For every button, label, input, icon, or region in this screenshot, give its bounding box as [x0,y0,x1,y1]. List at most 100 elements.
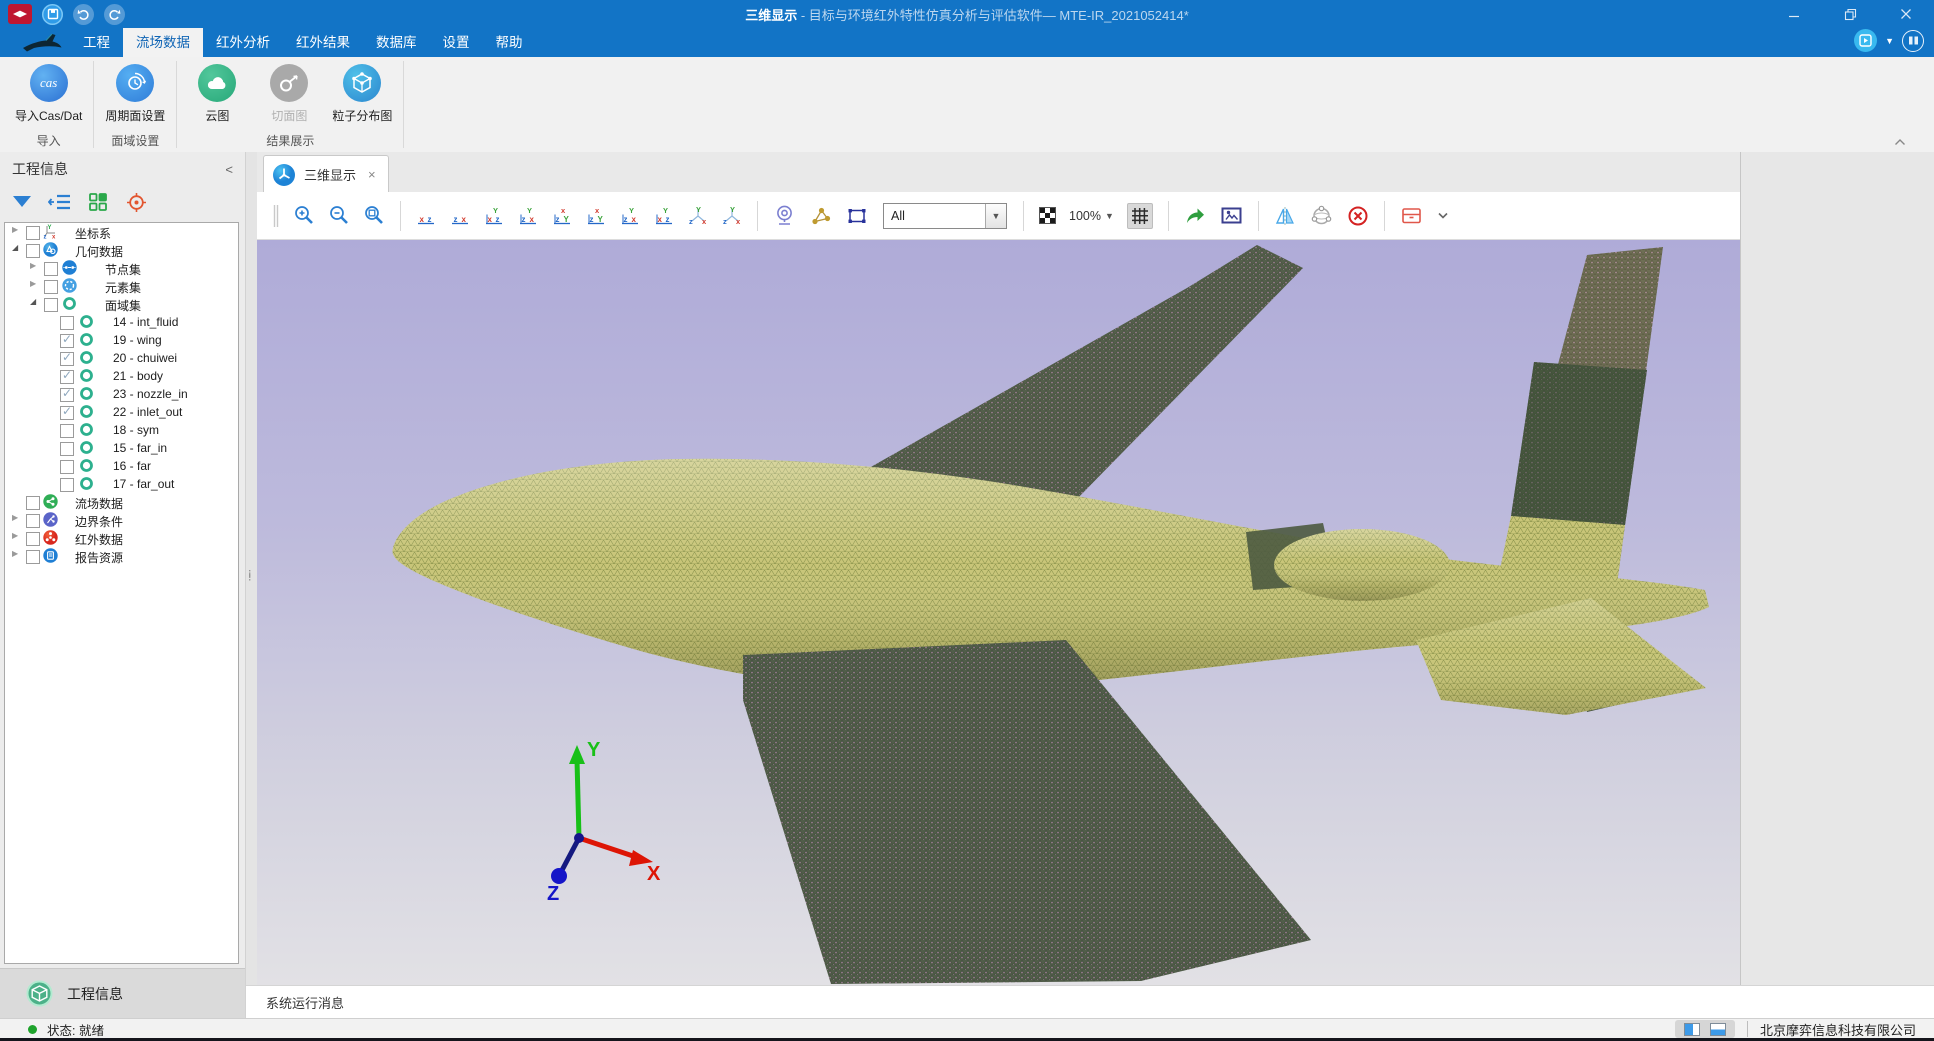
view-bottom-icon[interactable]: x z Y [586,206,606,226]
outline-list-icon[interactable] [48,190,72,214]
expander-collapsed-icon[interactable]: ▶ [12,549,18,558]
cancel-icon[interactable] [1347,205,1369,227]
combobox-arrow-icon[interactable]: ▼ [985,204,1006,228]
tab-3d-view[interactable]: 三维显示 × [263,155,389,193]
view-top-icon[interactable]: x z Y [552,206,572,226]
tree-item-22-inlet_out[interactable]: ✓22 - inlet_out [5,403,238,421]
tree-checkbox[interactable] [26,514,40,528]
tree-checkbox[interactable] [26,244,40,258]
zoom-out-icon[interactable] [329,205,350,226]
tree-checkbox[interactable] [60,316,74,330]
menu-item-2[interactable]: 流场数据 [123,28,203,57]
panel-collapse-icon[interactable]: < [225,162,233,177]
tree-checkbox[interactable] [60,478,74,492]
locate-target-icon[interactable] [124,190,148,214]
view-left-icon[interactable]: Y x z [484,206,504,226]
view-rot-1-icon[interactable]: Y z x [620,206,640,226]
expander-collapsed-icon[interactable]: ▶ [12,531,18,540]
view-iso-1-icon[interactable]: Y z x [688,206,708,226]
tree-item--[interactable]: ◢几何数据 [5,241,238,259]
tree-item-17-far_out[interactable]: 17 - far_out [5,475,238,493]
tree-item-20-chuiwei[interactable]: ✓20 - chuiwei [5,349,238,367]
select-rect-icon[interactable] [846,205,868,227]
package-icon[interactable] [1400,205,1423,226]
zoom-fit-icon[interactable] [364,205,385,226]
tree-item-19-wing[interactable]: ✓19 - wing [5,331,238,349]
tree-item-18-sym[interactable]: 18 - sym [5,421,238,439]
tree-checkbox[interactable]: ✓ [60,370,74,384]
maximize-button[interactable] [1822,0,1878,28]
tree-item--[interactable]: ▶边界条件 [5,511,238,529]
view-rot-2-icon[interactable]: Y x z [654,206,674,226]
media-panel-icon[interactable] [1854,29,1877,52]
expander-expanded-icon[interactable]: ◢ [30,297,36,306]
menu-item-5[interactable]: 数据库 [363,28,430,57]
tree-checkbox[interactable] [26,496,40,510]
ribbon-collapse-icon[interactable] [1894,138,1906,146]
zoom-in-icon[interactable] [294,205,315,226]
grid-squares-icon[interactable] [86,190,110,214]
menu-item-4[interactable]: 红外结果 [283,28,363,57]
tree-item--[interactable]: ▶红外数据 [5,529,238,547]
expander-collapsed-icon[interactable]: ▶ [12,225,18,234]
tree-checkbox[interactable] [26,532,40,546]
splitter-handle[interactable]: ⁝⁝ [248,572,250,580]
ribbon-button-period[interactable]: 周期面设置 [100,62,170,124]
menu-item-6[interactable]: 设置 [430,28,483,57]
dropdown-caret-icon[interactable]: ▼ [1885,36,1894,46]
3d-viewport[interactable]: Y X Z [257,240,1740,985]
tab-close-icon[interactable]: × [368,167,376,182]
tree-item--[interactable]: ▶Yzx坐标系 [5,223,238,241]
tree-checkbox[interactable]: ✓ [60,334,74,348]
redo-button[interactable] [104,4,125,25]
tree-item--[interactable]: ▶节点集 [5,259,238,277]
view-front-icon[interactable]: x z [416,206,436,226]
tree-item-23-nozzle_in[interactable]: ✓23 - nozzle_in [5,385,238,403]
close-button[interactable] [1878,0,1934,28]
expander-expanded-icon[interactable]: ◢ [12,243,18,252]
ribbon-button-cas[interactable]: cas 导入Cas/Dat [10,62,87,124]
checkerboard-icon[interactable] [1039,207,1056,224]
ribbon-button-particle[interactable]: 粒子分布图 [327,62,397,124]
view-right-icon[interactable]: Y z x [518,206,538,226]
undo-button[interactable] [73,4,94,25]
menu-item-1[interactable]: 工程 [70,28,123,57]
layout-split-vertical-icon[interactable] [1684,1023,1700,1036]
menu-item-7[interactable]: 帮助 [483,28,536,57]
layout-split-horizontal-icon[interactable] [1710,1023,1726,1036]
app-icon[interactable] [8,4,32,24]
snapshot-icon[interactable] [1220,205,1243,226]
expander-collapsed-icon[interactable]: ▶ [30,279,36,288]
panel-splitter[interactable]: ⁝⁝ [246,152,257,985]
view-back-icon[interactable]: z x [450,206,470,226]
tree-item--[interactable]: ◢面域集 [5,295,238,313]
tree-item--[interactable]: ▶元素集 [5,277,238,295]
tree-item--[interactable]: ▶报告资源 [5,547,238,565]
sphere-mesh-icon[interactable] [1310,204,1333,227]
export-arrow-icon[interactable] [1184,205,1206,227]
chevron-down-icon[interactable] [1437,211,1449,220]
tree-checkbox[interactable] [26,550,40,564]
tree-checkbox[interactable] [60,442,74,456]
tree-item-15-far_in[interactable]: 15 - far_in [5,439,238,457]
tree-checkbox[interactable] [26,226,40,240]
grid-icon[interactable] [1127,203,1153,229]
mirror-icon[interactable] [1274,206,1296,226]
ribbon-button-cloud[interactable]: 云图 [183,62,251,124]
tree-checkbox[interactable] [44,280,58,294]
tree-checkbox[interactable] [60,424,74,438]
tree-checkbox[interactable]: ✓ [60,406,74,420]
minimize-button[interactable] [1766,0,1822,28]
save-button[interactable] [42,4,63,25]
expander-collapsed-icon[interactable]: ▶ [12,513,18,522]
display-filter-combobox[interactable]: All ▼ [883,203,1007,229]
tree-checkbox[interactable] [44,298,58,312]
tree-item-21-body[interactable]: ✓21 - body [5,367,238,385]
tree-checkbox[interactable]: ✓ [60,352,74,366]
help-book-icon[interactable] [1902,30,1924,52]
tree-checkbox[interactable] [60,460,74,474]
tree-item--[interactable]: 流场数据 [5,493,238,511]
filter-icon[interactable] [10,190,34,214]
menu-item-3[interactable]: 红外分析 [203,28,283,57]
tree-checkbox[interactable] [44,262,58,276]
